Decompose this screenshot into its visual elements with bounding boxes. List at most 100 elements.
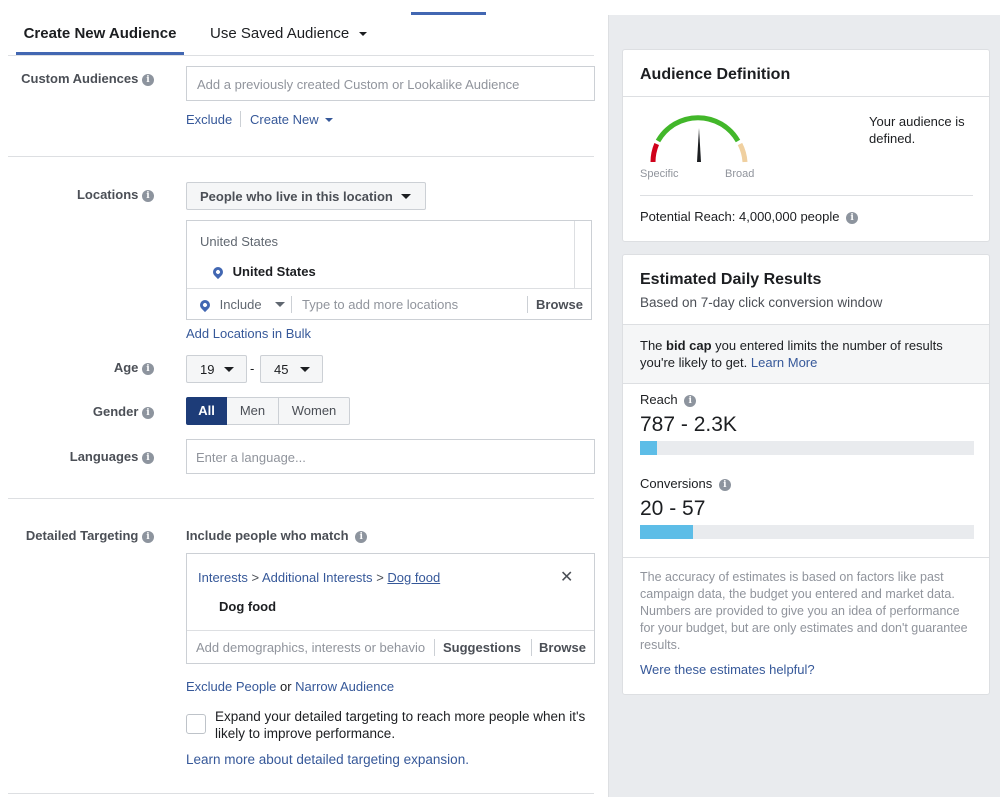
bid-cap-notice: The bid cap you entered limits the numbe… bbox=[623, 324, 989, 384]
gender-all-label: All bbox=[198, 403, 215, 418]
audience-gauge bbox=[650, 115, 748, 163]
learn-more-link[interactable]: Learn More bbox=[751, 355, 817, 370]
age-min-select[interactable]: 19 bbox=[186, 355, 247, 383]
location-search-input[interactable]: Type to add more locations bbox=[302, 297, 458, 312]
expand-targeting-checkbox[interactable] bbox=[186, 714, 206, 734]
tab-create-new-label: Create New Audience bbox=[23, 25, 177, 42]
or-text: or bbox=[279, 679, 292, 694]
info-icon[interactable]: i bbox=[142, 407, 154, 419]
reach-bar bbox=[640, 441, 974, 455]
tab-use-saved-label: Use Saved Audience bbox=[210, 25, 350, 42]
info-icon[interactable]: i bbox=[142, 363, 154, 375]
suggestions-separator bbox=[434, 639, 435, 656]
card-divider bbox=[623, 96, 989, 97]
add-locations-bulk-link[interactable]: Add Locations in Bulk bbox=[186, 326, 311, 341]
audience-definition-title: Audience Definition bbox=[640, 66, 791, 83]
reach-bar-fill bbox=[640, 441, 657, 455]
location-group-header: United States bbox=[200, 234, 279, 249]
scrollbar[interactable] bbox=[576, 221, 591, 288]
info-icon[interactable]: i bbox=[355, 531, 368, 543]
gender-men-button[interactable]: Men bbox=[227, 397, 279, 425]
close-icon[interactable]: ✕ bbox=[560, 567, 573, 587]
potential-reach-text: Potential Reach: 4,000,000 people bbox=[640, 209, 840, 224]
reach-value: 787 - 2.3K bbox=[640, 413, 737, 436]
info-icon[interactable]: i bbox=[684, 395, 697, 407]
notice-bold: bid cap bbox=[666, 338, 712, 353]
suggestions-button[interactable]: Suggestions bbox=[443, 640, 521, 655]
custom-audience-placeholder: Add a previously created Custom or Looka… bbox=[197, 77, 520, 92]
exclude-link[interactable]: Exclude bbox=[186, 112, 232, 127]
gauge-arc-green bbox=[655, 115, 741, 143]
gender-label: Gender i bbox=[4, 404, 154, 419]
audience-editor: Create New Audience Use Saved Audience C… bbox=[0, 0, 608, 797]
potential-reach: Potential Reach: 4,000,000 people i bbox=[640, 209, 859, 224]
section-divider bbox=[8, 793, 594, 794]
daily-results-subtitle: Based on 7-day click conversion window bbox=[640, 295, 883, 310]
language-placeholder: Enter a language... bbox=[196, 450, 306, 465]
estimated-daily-results-card: Estimated Daily Results Based on 7-day c… bbox=[622, 254, 990, 695]
info-icon[interactable]: i bbox=[142, 452, 154, 464]
browse-separator bbox=[527, 296, 528, 313]
conversions-bar-fill bbox=[640, 525, 694, 539]
link-separator bbox=[240, 111, 241, 127]
gender-all-button[interactable]: All bbox=[186, 397, 227, 425]
info-icon[interactable]: i bbox=[142, 190, 154, 202]
audience-status-text: Your audience is defined. bbox=[869, 114, 965, 146]
location-item-label: United States bbox=[232, 264, 316, 279]
breadcrumb-additional-interests[interactable]: Additional Interests bbox=[262, 570, 373, 585]
expand-targeting-text: Expand your detailed targeting to reach … bbox=[215, 709, 586, 741]
age-label: Age i bbox=[4, 360, 154, 375]
section-divider bbox=[8, 498, 594, 499]
browse-targeting-button[interactable]: Browse bbox=[539, 640, 586, 655]
audience-definition-card: Audience Definition Specific Broad Your … bbox=[622, 49, 990, 242]
breadcrumb-separator: > bbox=[251, 570, 260, 585]
age-label-text: Age bbox=[113, 360, 139, 375]
notice-pre: The bbox=[640, 338, 663, 353]
location-type-dropdown[interactable]: People who live in this location bbox=[186, 182, 426, 210]
breadcrumb-dog-food[interactable]: Dog food bbox=[387, 570, 440, 585]
create-new-label: Create New bbox=[250, 112, 319, 127]
browse-locations-button[interactable]: Browse bbox=[536, 297, 583, 312]
reach-label-text: Reach bbox=[640, 392, 678, 407]
custom-audience-input[interactable]: Add a previously created Custom or Looka… bbox=[186, 66, 595, 101]
include-separator bbox=[291, 296, 292, 313]
language-input[interactable]: Enter a language... bbox=[186, 439, 595, 474]
info-icon[interactable]: i bbox=[142, 74, 154, 86]
chevron-down-icon bbox=[275, 302, 286, 307]
info-icon[interactable]: i bbox=[142, 531, 154, 543]
age-separator: - bbox=[250, 361, 255, 376]
include-people-label: Include people who match i bbox=[186, 528, 368, 543]
narrow-audience-link[interactable]: Narrow Audience bbox=[295, 679, 394, 694]
exclude-narrow-row: Exclude People or Narrow Audience bbox=[186, 679, 394, 694]
estimates-helpful-link[interactable]: Were these estimates helpful? bbox=[640, 662, 815, 677]
breadcrumb-interests[interactable]: Interests bbox=[198, 570, 248, 585]
gender-women-button[interactable]: Women bbox=[279, 397, 350, 425]
chevron-down-icon bbox=[325, 118, 334, 122]
include-label: Include bbox=[219, 297, 262, 312]
info-icon[interactable]: i bbox=[846, 212, 859, 224]
exclude-people-link[interactable]: Exclude People bbox=[186, 679, 276, 694]
languages-label: Languages i bbox=[4, 449, 154, 464]
right-sidebar: Audience Definition Specific Broad Your … bbox=[608, 15, 1000, 797]
conversions-label-text: Conversions bbox=[640, 476, 713, 491]
info-icon[interactable]: i bbox=[718, 479, 731, 491]
selected-interest: Dog food bbox=[219, 599, 277, 614]
targeting-breadcrumb: Interests > Additional Interests > Dog f… bbox=[198, 570, 440, 585]
tab-use-saved-audience[interactable]: Use Saved Audience bbox=[210, 25, 368, 42]
card-divider bbox=[623, 557, 989, 558]
gauge-broad-label: Broad bbox=[725, 168, 755, 180]
conversions-label: Conversions i bbox=[640, 476, 731, 491]
age-max-value: 45 bbox=[274, 362, 289, 377]
locations-label-text: Locations bbox=[76, 187, 139, 202]
gender-women-label: Women bbox=[291, 403, 337, 418]
tab-create-new-audience[interactable]: Create New Audience bbox=[16, 25, 184, 55]
reach-label: Reach i bbox=[640, 392, 697, 407]
age-max-select[interactable]: 45 bbox=[260, 355, 323, 383]
targeting-search-input[interactable]: Add demographics, interests or behavio bbox=[196, 640, 428, 655]
include-dropdown[interactable]: Include bbox=[197, 297, 286, 313]
create-new-link[interactable]: Create New bbox=[250, 112, 334, 127]
breadcrumb-separator: > bbox=[376, 570, 384, 585]
learn-more-expansion-link[interactable]: Learn more about detailed targeting expa… bbox=[186, 752, 469, 767]
chevron-down-icon bbox=[359, 32, 368, 36]
custom-audiences-label-text: Custom Audiences bbox=[21, 71, 139, 86]
